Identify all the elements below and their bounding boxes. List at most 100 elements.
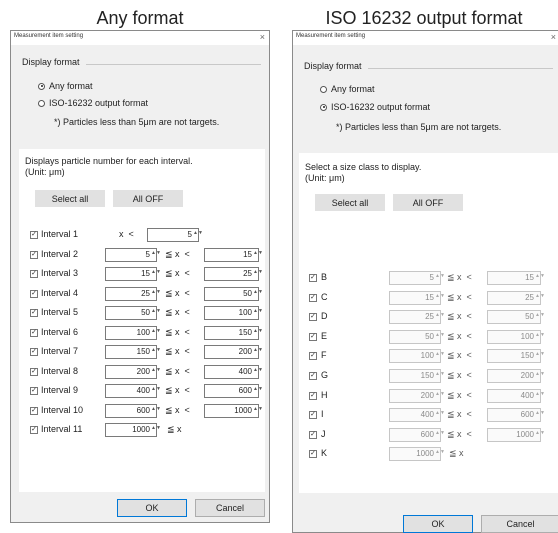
all-off-button[interactable]: All OFF (393, 194, 463, 211)
upper-bound-input[interactable]: 100 ▲▼ (487, 329, 545, 344)
spinner-icon[interactable]: ▲▼ (151, 367, 161, 376)
spinner-icon[interactable]: ▲▼ (253, 348, 263, 356)
lower-bound-input[interactable]: 150 ▲▼ (389, 369, 445, 383)
spinner-icon[interactable]: ▲▼ (253, 250, 263, 259)
upper-bound-input[interactable]: 50 ▲▼ (487, 310, 545, 325)
upper-bound-input[interactable]: 600 ▲▼ (487, 408, 545, 423)
spinner-icon[interactable]: ▲▼ (435, 372, 445, 380)
upper-bound-input[interactable]: 400 ▲▼ (204, 364, 263, 379)
upper-bound-input[interactable]: 15 ▲▼ (487, 271, 545, 285)
lower-bound-input[interactable]: 150 ▲▼ (105, 345, 161, 359)
spinner-icon[interactable]: ▲▼ (435, 313, 445, 321)
checkbox[interactable]: ✓ (309, 430, 317, 439)
spinner-icon[interactable]: ▲▼ (535, 293, 545, 302)
upper-bound-input[interactable]: 5 ▲▼ (147, 228, 203, 242)
checkbox[interactable]: ✓ (309, 450, 317, 459)
spinner-icon[interactable]: ▲▼ (151, 270, 161, 278)
upper-bound-input[interactable]: 200 ▲▼ (487, 369, 545, 383)
spinner-icon[interactable]: ▲▼ (535, 352, 545, 360)
upper-bound-input[interactable]: 50 ▲▼ (204, 286, 263, 301)
checkbox[interactable]: ✓ (309, 352, 317, 361)
checkbox[interactable]: ✓ (30, 426, 38, 434)
lower-bound-input[interactable]: 400 ▲▼ (105, 384, 161, 398)
spinner-icon[interactable]: ▲▼ (253, 367, 263, 376)
upper-bound-input[interactable]: 400 ▲▼ (487, 388, 545, 403)
checkbox[interactable]: ✓ (30, 367, 38, 376)
upper-bound-input[interactable]: 1000 ▲▼ (204, 403, 263, 418)
checkbox[interactable]: ✓ (309, 372, 317, 380)
spinner-icon[interactable]: ▲▼ (151, 250, 161, 259)
spinner-icon[interactable]: ▲▼ (535, 430, 545, 439)
lower-bound-input[interactable]: 5 ▲▼ (389, 271, 445, 285)
upper-bound-input[interactable]: 25 ▲▼ (487, 290, 545, 305)
checkbox[interactable]: ✓ (30, 348, 38, 356)
checkbox[interactable]: ✓ (309, 313, 317, 322)
checkbox[interactable]: ✓ (30, 231, 38, 239)
spinner-icon[interactable]: ▲▼ (535, 332, 545, 341)
lower-bound-input[interactable]: 100 ▲▼ (105, 325, 161, 340)
checkbox[interactable]: ✓ (309, 391, 317, 400)
spinner-icon[interactable]: ▲▼ (435, 274, 445, 282)
spinner-icon[interactable]: ▲▼ (151, 309, 161, 317)
spinner-icon[interactable]: ▲▼ (253, 387, 263, 395)
upper-bound-input[interactable]: 100 ▲▼ (204, 306, 263, 320)
spinner-icon[interactable]: ▲▼ (151, 289, 161, 298)
spinner-icon[interactable]: ▲▼ (435, 352, 445, 360)
lower-bound-input[interactable]: 1000 ▲▼ (105, 423, 161, 437)
checkbox[interactable]: ✓ (30, 250, 38, 259)
spinner-icon[interactable]: ▲▼ (535, 274, 545, 282)
upper-bound-input[interactable]: 150 ▲▼ (204, 325, 263, 340)
lower-bound-input[interactable]: 200 ▲▼ (389, 388, 445, 403)
spinner-icon[interactable]: ▲▼ (435, 332, 445, 341)
all-off-button[interactable]: All OFF (113, 190, 183, 207)
spinner-icon[interactable]: ▲▼ (151, 348, 161, 356)
spinner-icon[interactable]: ▲▼ (435, 430, 445, 439)
spinner-icon[interactable]: ▲▼ (253, 270, 263, 278)
upper-bound-input[interactable]: 25 ▲▼ (204, 267, 263, 281)
radio-any-format[interactable]: Any format (38, 81, 93, 91)
checkbox[interactable]: ✓ (30, 406, 38, 415)
lower-bound-input[interactable]: 1000 ▲▼ (389, 447, 445, 462)
spinner-icon[interactable]: ▲▼ (193, 231, 203, 239)
cancel-button[interactable]: Cancel (195, 499, 265, 517)
lower-bound-input[interactable]: 25 ▲▼ (389, 310, 445, 325)
close-icon[interactable]: × (260, 31, 265, 43)
spinner-icon[interactable]: ▲▼ (535, 313, 545, 321)
cancel-button[interactable]: Cancel (481, 515, 558, 533)
radio-any-format[interactable]: Any format (320, 84, 375, 94)
checkbox[interactable]: ✓ (30, 328, 38, 337)
radio-iso-format[interactable]: ISO-16232 output format (320, 102, 430, 112)
spinner-icon[interactable]: ▲▼ (151, 406, 161, 415)
lower-bound-input[interactable]: 600 ▲▼ (389, 427, 445, 442)
spinner-icon[interactable]: ▲▼ (535, 391, 545, 400)
ok-button[interactable]: OK (117, 499, 187, 517)
upper-bound-input[interactable]: 15 ▲▼ (204, 247, 263, 262)
lower-bound-input[interactable]: 50 ▲▼ (105, 306, 161, 320)
select-all-button[interactable]: Select all (315, 194, 385, 211)
spinner-icon[interactable]: ▲▼ (535, 411, 545, 419)
radio-iso-format[interactable]: ISO-16232 output format (38, 98, 148, 108)
upper-bound-input[interactable]: 1000 ▲▼ (487, 427, 545, 442)
spinner-icon[interactable]: ▲▼ (535, 372, 545, 380)
upper-bound-input[interactable]: 200 ▲▼ (204, 345, 263, 359)
spinner-icon[interactable]: ▲▼ (151, 328, 161, 337)
upper-bound-input[interactable]: 600 ▲▼ (204, 384, 263, 398)
checkbox[interactable]: ✓ (30, 387, 38, 395)
lower-bound-input[interactable]: 100 ▲▼ (389, 349, 445, 364)
lower-bound-input[interactable]: 15 ▲▼ (105, 267, 161, 281)
spinner-icon[interactable]: ▲▼ (435, 293, 445, 302)
checkbox[interactable]: ✓ (309, 411, 317, 420)
lower-bound-input[interactable]: 400 ▲▼ (389, 408, 445, 423)
spinner-icon[interactable]: ▲▼ (253, 328, 263, 337)
checkbox[interactable]: ✓ (309, 274, 317, 282)
lower-bound-input[interactable]: 200 ▲▼ (105, 364, 161, 379)
spinner-icon[interactable]: ▲▼ (435, 391, 445, 400)
upper-bound-input[interactable]: 150 ▲▼ (487, 349, 545, 364)
checkbox[interactable]: ✓ (30, 270, 38, 278)
lower-bound-input[interactable]: 600 ▲▼ (105, 403, 161, 418)
spinner-icon[interactable]: ▲▼ (253, 406, 263, 415)
lower-bound-input[interactable]: 5 ▲▼ (105, 247, 161, 262)
checkbox[interactable]: ✓ (309, 293, 317, 302)
lower-bound-input[interactable]: 50 ▲▼ (389, 329, 445, 344)
spinner-icon[interactable]: ▲▼ (151, 387, 161, 395)
